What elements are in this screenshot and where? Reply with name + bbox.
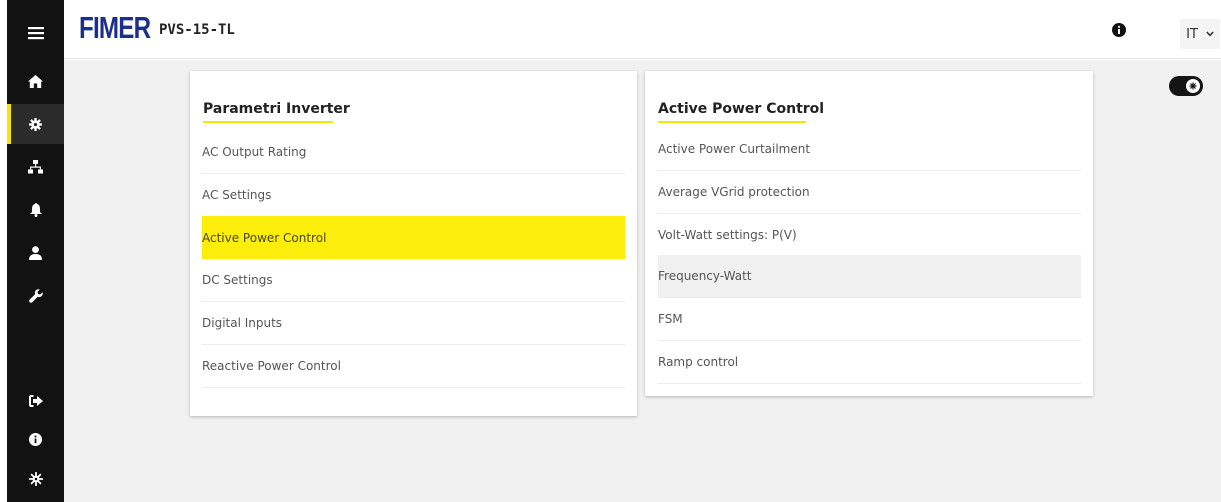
snowflake-gear-icon [28, 472, 43, 486]
menu-item-ac-settings[interactable]: AC Settings [202, 174, 625, 217]
info-button[interactable] [1112, 23, 1126, 37]
gear-icon [29, 117, 42, 131]
top-header: FIMER PVS-15-TL IT [64, 0, 1221, 59]
info-icon [29, 432, 42, 446]
sidebar-item-network[interactable] [7, 147, 64, 187]
inverter-parameters-card: Parametri Inverter AC Output Rating AC S… [190, 71, 637, 416]
theme-toggle[interactable] [1169, 76, 1203, 96]
menu-item-fsm[interactable]: FSM [658, 298, 1081, 341]
logout-button[interactable] [7, 381, 64, 421]
sidebar-item-settings[interactable] [7, 104, 64, 144]
hamburger-icon [27, 27, 44, 40]
sidebar-item-user[interactable] [7, 233, 64, 273]
sidebar-item-tools[interactable] [7, 276, 64, 316]
menu-item-average-vgrid-protection[interactable]: Average VGrid protection [658, 171, 1081, 214]
user-icon [29, 246, 42, 260]
network-icon [28, 160, 43, 174]
toggle-knob [1186, 79, 1200, 93]
menu-item-active-power-curtailment[interactable]: Active Power Curtailment [658, 128, 1081, 171]
chevron-down-icon [1206, 31, 1214, 37]
language-select[interactable]: IT [1180, 19, 1220, 49]
hamburger-menu-button[interactable] [7, 13, 64, 53]
menu-item-ac-output-rating[interactable]: AC Output Rating [202, 131, 625, 174]
window-edge [0, 0, 7, 502]
menu-item-dc-settings[interactable]: DC Settings [202, 259, 625, 302]
card-title: Active Power Control [658, 101, 825, 117]
app-window: FIMER PVS-15-TL IT Parametri Inverter AC… [0, 0, 1221, 502]
home-icon [28, 74, 43, 88]
language-value: IT [1186, 26, 1198, 42]
menu-item-digital-inputs[interactable]: Digital Inputs [202, 302, 625, 345]
wrench-icon [28, 289, 43, 303]
menu-item-volt-watt-settings[interactable]: Volt-Watt settings: P(V) [658, 214, 1081, 257]
menu-item-reactive-power-control[interactable]: Reactive Power Control [202, 345, 625, 388]
snowflake-icon [1189, 82, 1197, 90]
active-power-control-card: Active Power Control Active Power Curtai… [645, 71, 1093, 396]
sidebar-item-home[interactable] [7, 61, 64, 101]
sidebar-item-notifications[interactable] [7, 190, 64, 230]
menu-item-ramp-control[interactable]: Ramp control [658, 341, 1081, 384]
menu-item-active-power-control[interactable]: Active Power Control [202, 216, 625, 259]
logout-icon [28, 395, 43, 407]
title-underline [203, 121, 333, 123]
sidebar [7, 0, 64, 502]
card-title: Parametri Inverter [203, 101, 350, 117]
info-icon [1117, 25, 1121, 34]
system-settings-button[interactable] [7, 459, 64, 499]
about-button[interactable] [7, 419, 64, 459]
device-name: PVS-15-TL [159, 22, 235, 38]
bell-icon [29, 203, 42, 217]
main-content: Parametri Inverter AC Output Rating AC S… [64, 60, 1221, 502]
menu-item-frequency-watt[interactable]: Frequency-Watt [658, 255, 1081, 298]
fimer-logo: FIMER [79, 10, 151, 46]
title-underline [658, 121, 806, 123]
brand-logo-text: FIMER [79, 10, 151, 45]
